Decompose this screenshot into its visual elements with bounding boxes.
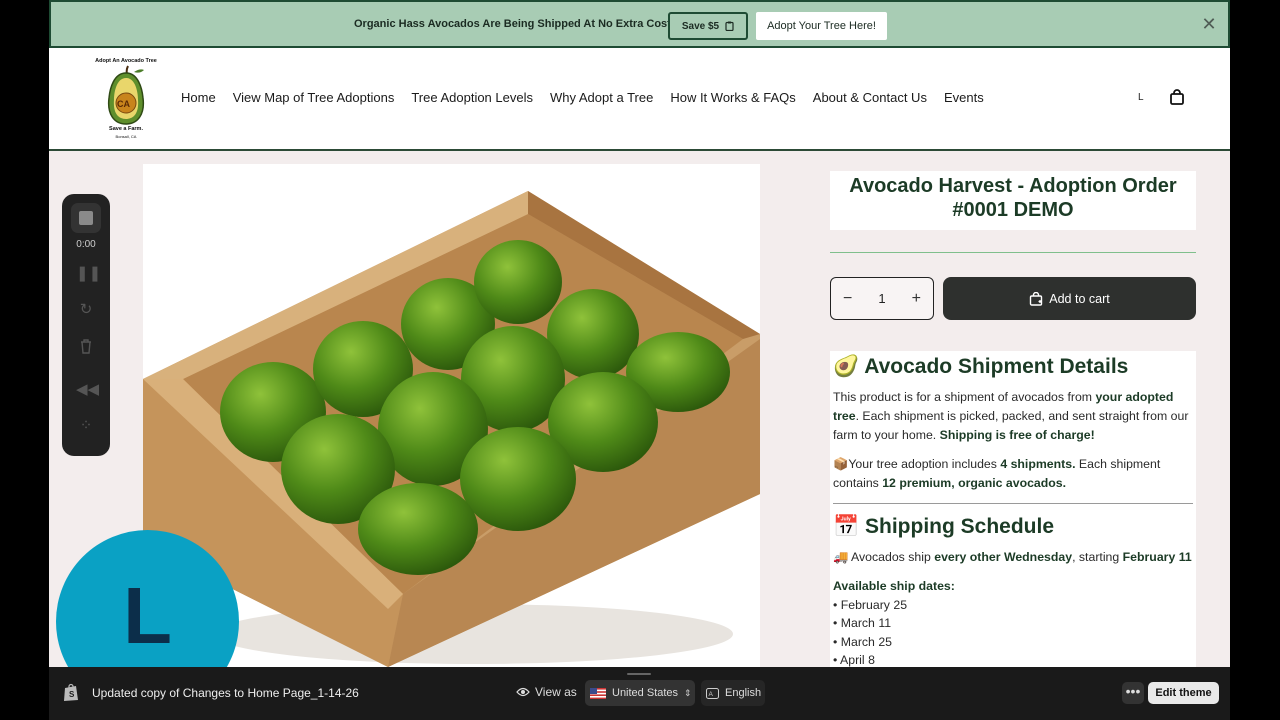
nav-adoption-levels[interactable]: Tree Adoption Levels bbox=[411, 90, 533, 105]
package-emoji-icon: 📦 bbox=[833, 457, 849, 471]
schedule-paragraph: 🚚 Avocados ship every other Wednesday, s… bbox=[833, 548, 1193, 567]
quantity-stepper: − 1 + bbox=[830, 277, 934, 320]
chevron-updown-icon: ⇕ bbox=[684, 687, 692, 698]
text: Your tree adoption includes bbox=[848, 457, 1001, 471]
clipboard-icon bbox=[725, 21, 734, 31]
country-value: United States bbox=[612, 687, 679, 699]
shipment-details-heading: 🥑 Avocado Shipment Details bbox=[833, 354, 1193, 380]
text-bold: Available ship dates: bbox=[833, 579, 955, 593]
bag-plus-icon bbox=[1030, 291, 1043, 306]
site-logo[interactable]: Adopt An Avocado Tree CA Save a Farm. Bo… bbox=[90, 56, 162, 140]
text-bold: Shipping is free of charge! bbox=[939, 428, 1095, 442]
svg-text:A: A bbox=[709, 691, 714, 698]
nav-map[interactable]: View Map of Tree Adoptions bbox=[233, 90, 395, 105]
drag-handle[interactable] bbox=[627, 673, 651, 675]
shipment-count-paragraph: 📦Your tree adoption includes 4 shipments… bbox=[833, 455, 1193, 493]
recording-time: 0:00 bbox=[76, 239, 96, 250]
add-to-cart-label: Add to cart bbox=[1049, 291, 1110, 306]
stop-record-button[interactable] bbox=[71, 203, 101, 233]
nav-why-adopt[interactable]: Why Adopt a Tree bbox=[550, 90, 653, 105]
text-bold: every other Wednesday bbox=[934, 550, 1073, 564]
increase-quantity-button[interactable]: + bbox=[912, 290, 921, 308]
rewind-icon[interactable]: ◀◀ bbox=[76, 380, 99, 400]
divider bbox=[830, 252, 1196, 253]
calendar-emoji-icon: 📅 bbox=[833, 515, 860, 538]
language-icon: A bbox=[706, 687, 719, 699]
text: Avocados ship bbox=[848, 550, 935, 564]
text-bold: 12 premium, organic avocados. bbox=[882, 476, 1067, 490]
divider bbox=[833, 503, 1193, 504]
nav-home[interactable]: Home bbox=[181, 90, 216, 105]
dates-label: Available ship dates: bbox=[833, 577, 1193, 596]
country-selector[interactable]: United States ⇕ bbox=[585, 680, 695, 706]
avocado-emoji-icon: 🥑 bbox=[833, 355, 860, 378]
svg-text:S: S bbox=[69, 690, 75, 699]
language-selector[interactable]: A English bbox=[701, 680, 765, 706]
save-button[interactable]: Save $5 bbox=[668, 12, 748, 40]
close-icon[interactable]: ✕ bbox=[1200, 15, 1218, 33]
shopify-icon: S bbox=[64, 683, 78, 701]
edit-theme-button[interactable]: Edit theme bbox=[1148, 682, 1219, 704]
announcement-bar: Organic Hass Avocados Are Being Shipped … bbox=[49, 0, 1230, 48]
text-bold: 4 shipments. bbox=[1000, 457, 1076, 471]
site-header: Adopt An Avocado Tree CA Save a Farm. Bo… bbox=[49, 48, 1230, 151]
pause-icon[interactable]: ❚❚ bbox=[76, 264, 101, 284]
nav-how-it-works[interactable]: How It Works & FAQs bbox=[670, 90, 795, 105]
account-link[interactable]: L bbox=[1138, 92, 1144, 103]
drag-handle-icon[interactable]: ⁘ bbox=[76, 416, 96, 436]
ship-date: March 25 bbox=[840, 634, 892, 649]
truck-emoji-icon: 🚚 bbox=[833, 550, 849, 564]
avocado-logo-icon bbox=[107, 65, 145, 125]
view-as-text: View as bbox=[535, 685, 577, 699]
ship-date: April 8 bbox=[840, 653, 875, 667]
main-nav: Home View Map of Tree Adoptions Tree Ado… bbox=[181, 90, 1001, 105]
ship-date: March 11 bbox=[840, 616, 892, 630]
save-label: Save $5 bbox=[681, 20, 720, 32]
ship-date: February 25 bbox=[840, 597, 908, 612]
announcement-message: Organic Hass Avocados Are Being Shipped … bbox=[354, 18, 674, 30]
logo-bottom-text: Save a Farm. bbox=[109, 126, 143, 132]
text: This product is for a shipment of avocad… bbox=[833, 390, 1096, 404]
us-flag-icon bbox=[590, 687, 606, 699]
logo-badge: CA bbox=[117, 99, 130, 109]
ship-date-item: • March 25 bbox=[833, 634, 892, 649]
theme-name: Updated copy of Changes to Home Page_1-1… bbox=[92, 686, 359, 700]
nav-about-contact[interactable]: About & Contact Us bbox=[813, 90, 927, 105]
screen-recorder-widget: 0:00 ❚❚ ↻ ◀◀ ⁘ bbox=[62, 194, 110, 456]
product-title: Avocado Harvest - Adoption Order #0001 D… bbox=[849, 175, 1177, 221]
shipment-details-heading-text: Avocado Shipment Details bbox=[864, 355, 1129, 378]
avatar-initial: L bbox=[123, 571, 172, 660]
restart-icon[interactable]: ↻ bbox=[76, 300, 96, 320]
language-value: English bbox=[725, 687, 762, 699]
shipping-schedule-heading-text: Shipping Schedule bbox=[865, 515, 1055, 538]
more-options-button[interactable]: ••• bbox=[1122, 682, 1144, 704]
shipping-schedule-heading: 📅 Shipping Schedule bbox=[833, 514, 1193, 540]
delete-icon[interactable] bbox=[76, 336, 96, 356]
view-as-label: View as bbox=[516, 685, 577, 699]
shipment-paragraph: This product is for a shipment of avocad… bbox=[833, 388, 1193, 445]
eye-icon bbox=[516, 687, 530, 697]
cart-icon[interactable] bbox=[1169, 89, 1185, 105]
product-description: 🥑 Avocado Shipment Details This product … bbox=[830, 351, 1196, 671]
logo-small-text: Bonsall, CA bbox=[115, 134, 137, 139]
add-to-cart-button[interactable]: Add to cart bbox=[943, 277, 1196, 320]
theme-preview-bar: S Updated copy of Changes to Home Page_1… bbox=[49, 667, 1230, 720]
ship-date-item: • February 25 bbox=[833, 597, 908, 612]
text: , starting bbox=[1072, 550, 1123, 564]
quantity-value[interactable]: 1 bbox=[878, 291, 885, 306]
nav-events[interactable]: Events bbox=[944, 90, 984, 105]
adopt-tree-button[interactable]: Adopt Your Tree Here! bbox=[756, 12, 887, 40]
product-title-box: Avocado Harvest - Adoption Order #0001 D… bbox=[830, 171, 1196, 230]
text-bold: February 11 bbox=[1122, 550, 1192, 564]
ship-date-item: • March 11 bbox=[833, 616, 892, 630]
storefront-preview: Organic Hass Avocados Are Being Shipped … bbox=[49, 0, 1230, 720]
decrease-quantity-button[interactable]: − bbox=[843, 290, 852, 308]
